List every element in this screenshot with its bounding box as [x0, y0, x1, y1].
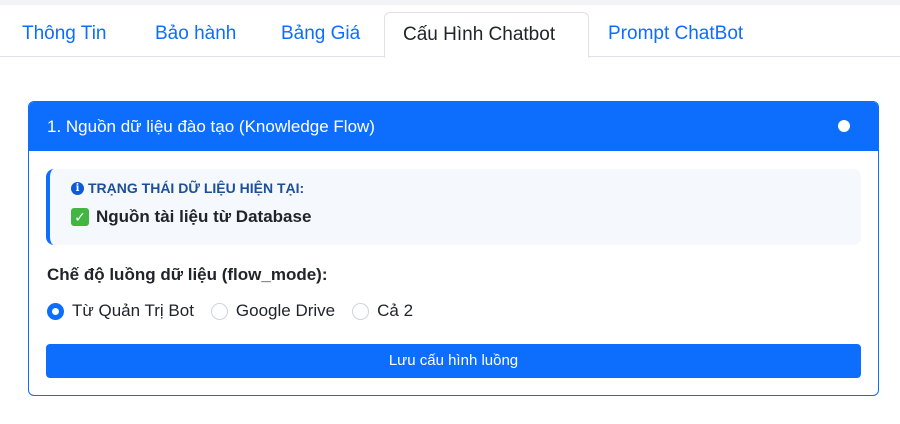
tab-bao-hanh[interactable]: Bảo hành	[137, 12, 254, 57]
flow-mode-radio-group: Từ Quản Trị Bot Google Drive Cả 2	[47, 300, 430, 322]
knowledge-flow-card: 1. Nguồn dữ liệu đào tạo (Knowledge Flow…	[28, 101, 879, 396]
info-icon: i	[71, 181, 84, 195]
current-status-box: i TRẠNG THÁI DỮ LIỆU HIỆN TẠI: ✓ Nguồn t…	[46, 169, 861, 245]
radio-label: Google Drive	[235, 301, 336, 320]
radio-label: Cả 2	[377, 301, 414, 320]
tab-cau-hinh-chatbot[interactable]: Cấu Hình Chatbot	[384, 12, 589, 58]
radio-tu-quan-tri-bot[interactable]: Từ Quản Trị Bot	[47, 301, 194, 321]
check-mark-icon: ✓	[71, 208, 89, 226]
card-header: 1. Nguồn dữ liệu đào tạo (Knowledge Flow…	[29, 102, 878, 151]
tab-prompt-chatbot[interactable]: Prompt ChatBot	[590, 12, 761, 57]
tab-bar: Thông Tin Bảo hành Bảng Giá Cấu Hình Cha…	[0, 12, 900, 58]
tab-thong-tin[interactable]: Thông Tin	[4, 12, 125, 57]
save-flow-config-button[interactable]: Lưu cấu hình luồng	[46, 344, 861, 378]
radio-label: Từ Quản Trị Bot	[72, 301, 194, 320]
radio-button[interactable]	[352, 302, 370, 320]
flow-mode-label: Chế độ luồng dữ liệu (flow_mode):	[47, 265, 328, 284]
radio-ca-2[interactable]: Cả 2	[352, 301, 413, 321]
radio-button-checked[interactable]	[47, 302, 64, 320]
radio-google-drive[interactable]: Google Drive	[210, 301, 336, 321]
status-value: ✓ Nguồn tài liệu từ Database	[71, 207, 311, 227]
status-dot-icon	[838, 120, 850, 132]
radio-button[interactable]	[210, 302, 228, 320]
status-title: i TRẠNG THÁI DỮ LIỆU HIỆN TẠI:	[71, 180, 304, 196]
top-strip	[0, 0, 900, 5]
status-title-text: TRẠNG THÁI DỮ LIỆU HIỆN TẠI:	[88, 180, 305, 196]
tab-bang-gia[interactable]: Bảng Giá	[263, 12, 378, 57]
card-header-title: 1. Nguồn dữ liệu đào tạo (Knowledge Flow…	[47, 117, 375, 136]
status-value-text: Nguồn tài liệu từ Database	[96, 207, 312, 226]
